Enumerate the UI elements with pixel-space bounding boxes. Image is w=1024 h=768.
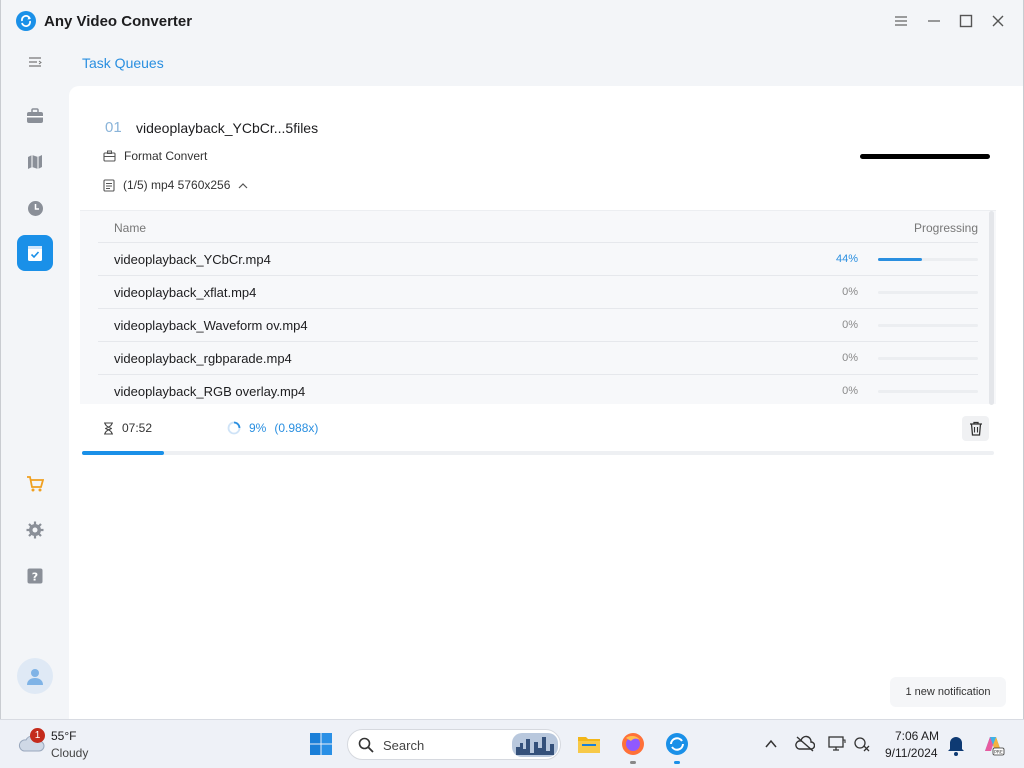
column-header-progress: Progressing: [913, 221, 978, 235]
file-name: videoplayback_YCbCr.mp4: [114, 252, 271, 267]
notification-toast[interactable]: 1 new notification: [890, 677, 1006, 707]
table-row[interactable]: videoplayback_YCbCr.mp4 44%: [98, 242, 978, 275]
file-percent: 0%: [842, 319, 858, 331]
file-percent: 0%: [842, 385, 858, 397]
any-video-converter-icon[interactable]: [665, 732, 689, 756]
hourglass-icon: [104, 421, 113, 435]
active-app-indicator: [674, 761, 680, 764]
file-explorer-icon[interactable]: [577, 732, 601, 756]
network-icon[interactable]: [853, 735, 871, 753]
file-name: videoplayback_rgbparade.mp4: [114, 351, 292, 366]
file-list-icon: [103, 178, 115, 192]
svg-text:PRE: PRE: [994, 750, 1003, 756]
task-type: Format Convert: [103, 149, 207, 163]
user-avatar-icon[interactable]: [17, 658, 53, 694]
close-icon[interactable]: [986, 9, 1010, 33]
history-clock-icon[interactable]: [17, 190, 53, 226]
toolbox-small-icon: [103, 150, 116, 162]
redacted-bar: [860, 154, 990, 159]
file-progress-fill: [878, 258, 922, 261]
menu-icon[interactable]: [889, 9, 913, 33]
file-progress-track: [878, 357, 978, 360]
task-index: 01: [105, 119, 122, 136]
spinner-icon: [227, 421, 241, 435]
task-queue-icon[interactable]: [17, 235, 53, 271]
clock-date[interactable]: 9/11/2024: [885, 746, 938, 760]
search-placeholder: Search: [383, 738, 425, 753]
weather-notification-badge: 1: [30, 728, 45, 743]
weather-condition[interactable]: Cloudy: [51, 746, 88, 760]
onedrive-icon[interactable]: [795, 735, 815, 753]
trash-icon: [969, 421, 982, 436]
file-percent: 0%: [842, 286, 858, 298]
table-row[interactable]: videoplayback_rgbparade.mp4 0%: [98, 341, 978, 374]
chevron-up-icon[interactable]: [763, 736, 779, 752]
app-title: Any Video Converter: [44, 13, 193, 30]
sidebar: ?: [1, 42, 69, 719]
display-icon[interactable]: [828, 735, 846, 753]
file-name: videoplayback_RGB overlay.mp4: [114, 384, 306, 399]
toolbox-icon[interactable]: [17, 98, 53, 134]
windows-taskbar: 1 55°F Cloudy Search 7:06 AM 9/11/2024 P…: [0, 719, 1024, 768]
maximize-icon[interactable]: [954, 9, 978, 33]
collapse-menu-icon[interactable]: [17, 44, 53, 80]
task-files-toggle[interactable]: (1/5) mp4 5760x256: [103, 178, 248, 192]
map-icon[interactable]: [17, 144, 53, 180]
file-name: videoplayback_Waveform ov.mp4: [114, 318, 308, 333]
file-progress-track: [878, 390, 978, 393]
task-files-summary: (1/5) mp4 5760x256: [123, 178, 231, 192]
clock-time[interactable]: 7:06 AM: [895, 729, 939, 743]
svg-text:?: ?: [32, 571, 38, 584]
task-progress-fill: [82, 451, 165, 455]
page-title: Task Queues: [82, 55, 164, 71]
cart-icon[interactable]: [17, 466, 53, 502]
file-percent: 44%: [835, 253, 858, 265]
table-scrollbar[interactable]: [989, 211, 994, 405]
windows-start-icon[interactable]: [309, 732, 333, 756]
file-progress-track: [878, 324, 978, 327]
copilot-icon[interactable]: PRE: [981, 733, 1005, 757]
overall-percent: 9%: [249, 421, 267, 435]
table-row[interactable]: videoplayback_Waveform ov.mp4 0%: [98, 308, 978, 341]
overall-progress: 9% (0.988x): [227, 421, 318, 435]
firefox-icon[interactable]: [621, 732, 645, 756]
file-progress-track: [878, 258, 978, 261]
help-icon[interactable]: ?: [17, 558, 53, 594]
app-logo-icon: [16, 11, 36, 31]
file-percent: 0%: [842, 352, 858, 364]
chevron-up-icon[interactable]: [238, 182, 248, 189]
file-progress-track: [878, 291, 978, 294]
file-table: Name Progressing videoplayback_YCbCr.mp4…: [80, 210, 996, 407]
search-icon: [358, 737, 374, 753]
table-row[interactable]: videoplayback_xflat.mp4 0%: [98, 275, 978, 308]
title-bar: Any Video Converter: [1, 0, 1023, 42]
delete-task-button[interactable]: [962, 416, 989, 441]
task-type-label: Format Convert: [124, 149, 208, 163]
search-highlight-image: [512, 733, 558, 757]
table-row[interactable]: videoplayback_RGB overlay.mp4 0%: [98, 374, 978, 407]
task-progress-track: [82, 451, 994, 455]
weather-temperature[interactable]: 55°F: [51, 729, 76, 743]
gear-icon[interactable]: [17, 512, 53, 548]
notification-bell-icon[interactable]: [947, 733, 965, 757]
file-name: videoplayback_xflat.mp4: [114, 285, 257, 300]
elapsed-time: 07:52: [103, 421, 152, 435]
elapsed-time-value: 07:52: [122, 421, 153, 435]
taskbar-search[interactable]: Search: [347, 729, 561, 760]
column-header-name: Name: [114, 221, 147, 235]
minimize-icon[interactable]: [922, 9, 946, 33]
task-name: videoplayback_YCbCr...5files: [136, 120, 319, 136]
conversion-speed: (0.988x): [274, 421, 319, 435]
running-indicator: [630, 761, 636, 764]
